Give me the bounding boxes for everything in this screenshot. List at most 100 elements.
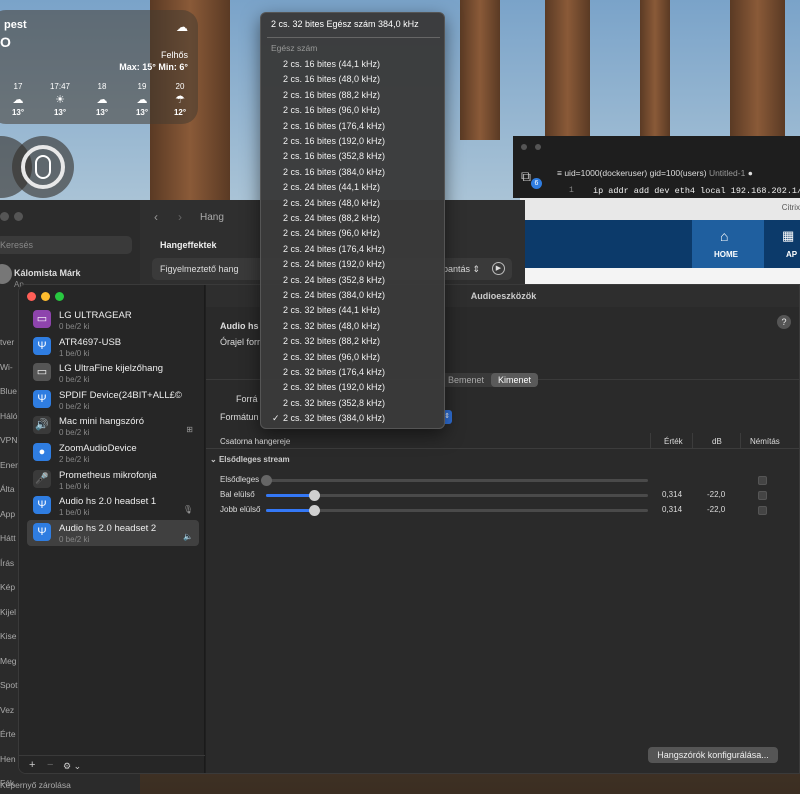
clock-source-label: Órajel forr [220, 337, 261, 347]
remove-device-button[interactable]: − [47, 759, 53, 771]
format-menu-item[interactable]: ✓ 2 cs. 32 bites (384,0 kHz) [272, 411, 385, 426]
menu-separator [267, 37, 440, 38]
volume-slider[interactable] [266, 509, 648, 512]
format-menu-item[interactable]: 2 cs. 24 bites (44,1 kHz) [283, 180, 380, 195]
format-menu-item[interactable]: 2 cs. 16 bites (384,0 kHz) [283, 165, 385, 180]
device-list-item[interactable]: Ψ Audio hs 2.0 headset 20 be/2 ki 🔈 [27, 519, 199, 546]
device-list-item[interactable]: ▭ LG UltraFine kijelzőhang 0 be/2 ki [27, 360, 199, 386]
cloud-icon: ☁ [12, 94, 24, 106]
display-icon: ▭ [33, 310, 51, 328]
column-channel-volume: Csatorna hangereje [220, 437, 291, 446]
device-name: SPDIF Device(24BIT+ALL£© [59, 389, 182, 401]
line-number: 1 [569, 186, 574, 195]
terminal-window[interactable]: ⧉ 6 ≡ uid=1000(dockeruser) gid=100(users… [513, 136, 800, 198]
mute-checkbox[interactable] [758, 506, 767, 515]
apps-icon[interactable]: ▦ [782, 228, 794, 244]
device-status-icon: 🎙 [182, 505, 193, 515]
format-menu-current[interactable]: 2 cs. 32 bites Egész szám 384,0 kHz [271, 19, 419, 29]
format-menu-item[interactable]: 2 cs. 16 bites (176,4 kHz) [283, 119, 385, 134]
device-io-count: 0 be/2 ki [59, 322, 90, 331]
source-label: Forrá [236, 394, 258, 404]
format-menu-item[interactable]: 2 cs. 32 bites (44,1 kHz) [283, 303, 380, 318]
format-menu-item[interactable]: 2 cs. 16 bites (192,0 kHz) [283, 134, 385, 149]
play-icon[interactable]: ▶ [492, 262, 505, 275]
close-button[interactable] [27, 292, 36, 301]
format-menu-item[interactable]: 2 cs. 16 bites (88,2 kHz) [283, 88, 380, 103]
help-button[interactable]: ? [777, 315, 791, 329]
citrix-window[interactable]: Citrix ⌂ HOME ▦ AP [520, 198, 800, 298]
format-menu-item[interactable]: 2 cs. 16 bites (44,1 kHz) [283, 57, 380, 72]
device-list: ▭ LG ULTRAGEAR 0 be/2 ki Ψ ATR4697-USB 1 be/0… [19, 285, 205, 773]
tab-input[interactable]: Bemenet [441, 373, 491, 387]
terminal-tab[interactable]: ≡ uid=1000(dockeruser) gid=100(users) Un… [557, 168, 753, 178]
format-menu-item[interactable]: 2 cs. 24 bites (176,4 kHz) [283, 242, 385, 257]
weather-city: pest [4, 19, 27, 31]
device-io-count: 0 be/2 ki [59, 534, 90, 544]
avatar[interactable] [0, 264, 12, 284]
mouse-battery-widget[interactable] [12, 136, 74, 198]
format-menu-item[interactable]: 2 cs. 32 bites (176,4 kHz) [283, 365, 385, 380]
format-menu-item[interactable]: 2 cs. 16 bites (96,0 kHz) [283, 103, 380, 118]
device-list-item[interactable]: ▭ LG ULTRAGEAR 0 be/2 ki [27, 307, 199, 333]
alert-sound-select[interactable]: pantás ⇕ [443, 264, 480, 275]
weather-widget[interactable]: pest O ☁ Felhős Max: 15° Min: 6° 17 ☁ 13° … [0, 10, 198, 124]
usb-icon: Ψ [33, 496, 51, 515]
device-io-count: 0 be/2 ki [59, 428, 90, 438]
format-menu-item[interactable]: 2 cs. 32 bites (48,0 kHz) [283, 319, 380, 334]
format-menu-item[interactable]: 2 cs. 32 bites (88,2 kHz) [283, 334, 380, 349]
zoom-button[interactable] [55, 292, 64, 301]
volume-slider-fill [266, 494, 314, 497]
mute-checkbox[interactable] [758, 476, 767, 485]
apps-tab-label[interactable]: AP [786, 250, 797, 259]
volume-slider-knob[interactable] [261, 475, 272, 486]
format-menu[interactable]: 2 cs. 32 bites Egész szám 384,0 kHz Egés… [260, 12, 445, 429]
forward-icon[interactable]: › [178, 210, 182, 224]
device-io-count: 1 be/0 ki [59, 348, 90, 358]
io-tabs: Bemenet Kimenet [441, 373, 539, 387]
device-list-item[interactable]: 🔊 Mac mini hangszóró 0 be/2 ki ⊞ [27, 413, 199, 439]
home-icon: ⌂ [720, 228, 729, 244]
format-menu-item[interactable]: 2 cs. 16 bites (48,0 kHz) [283, 72, 380, 87]
device-list-item[interactable]: Ψ SPDIF Device(24BIT+ALL£© 0 be/2 ki [27, 387, 199, 413]
device-name: Prometheus mikrofonja [59, 469, 157, 481]
format-menu-item[interactable]: 2 cs. 24 bites (352,8 kHz) [283, 273, 385, 288]
device-list-item[interactable]: Ψ Audio hs 2.0 headset 11 be/0 ki 🎙 [27, 493, 199, 519]
wallpaper-tree [730, 0, 785, 140]
minimize-button[interactable] [41, 292, 50, 301]
volume-slider[interactable] [266, 479, 648, 482]
format-menu-item[interactable]: 2 cs. 32 bites (192,0 kHz) [283, 380, 385, 395]
volume-slider-knob[interactable] [309, 505, 320, 516]
format-menu-item[interactable]: 2 cs. 24 bites (384,0 kHz) [283, 288, 385, 303]
device-list-item[interactable]: ● ZoomAudioDevice 2 be/2 ki [27, 440, 199, 466]
volume-slider[interactable] [266, 494, 648, 497]
add-device-button[interactable]: + [29, 759, 35, 771]
user-name[interactable]: Kálomista Márk [14, 268, 81, 278]
device-name: ZoomAudioDevice [59, 443, 137, 454]
back-icon[interactable]: ‹ [154, 210, 158, 224]
search-input[interactable]: Keresés [0, 236, 132, 254]
wallpaper-tree [545, 0, 590, 140]
device-list-item[interactable]: 🎤 Prometheus mikrofonja 1 be/0 ki [27, 467, 199, 493]
device-io-count: 1 be/0 ki [59, 481, 90, 491]
files-icon[interactable]: ⧉ [521, 168, 531, 185]
gear-icon[interactable]: ⚙︎ ⌄ [63, 761, 81, 772]
format-menu-item[interactable]: 2 cs. 24 bites (192,0 kHz) [283, 257, 385, 272]
format-menu-item[interactable]: 2 cs. 24 bites (96,0 kHz) [283, 226, 380, 241]
format-menu-item[interactable]: 2 cs. 32 bites (352,8 kHz) [283, 396, 385, 411]
format-menu-item[interactable]: 2 cs. 24 bites (88,2 kHz) [283, 211, 380, 226]
mouse-icon [35, 155, 51, 179]
device-list-item[interactable]: Ψ ATR4697-USB 1 be/0 ki [27, 334, 199, 360]
home-tab[interactable]: ⌂ HOME [692, 220, 764, 268]
device-io-count: 0 be/2 ki [59, 375, 90, 385]
mute-checkbox[interactable] [758, 491, 767, 500]
tab-output[interactable]: Kimenet [491, 373, 539, 387]
format-menu-item[interactable]: 2 cs. 16 bites (352,8 kHz) [283, 149, 385, 164]
format-menu-item[interactable]: 2 cs. 32 bites (96,0 kHz) [283, 350, 380, 365]
stream-header[interactable]: ⌄ Elsődleges stream [210, 455, 290, 464]
usb-icon: Ψ [33, 522, 51, 541]
configure-speakers-button[interactable]: Hangszórók konfigurálása... [648, 747, 778, 763]
channel-name: Jobb elülső [220, 505, 261, 514]
format-menu-item[interactable]: 2 cs. 24 bites (48,0 kHz) [283, 196, 380, 211]
weather-hour: 19 ☁ 13° [124, 82, 160, 117]
volume-slider-knob[interactable] [309, 490, 320, 501]
